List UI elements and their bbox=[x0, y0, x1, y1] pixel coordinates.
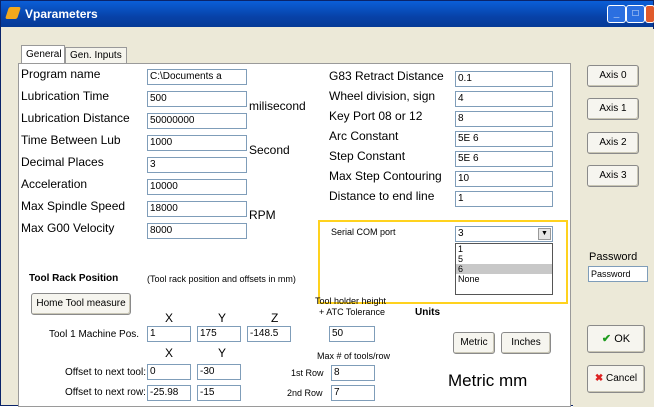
offset-next-tool-label: Offset to next tool: bbox=[65, 367, 146, 378]
max-spindle-speed-field[interactable]: 18000 bbox=[147, 201, 247, 217]
label-time-between-lub: Time Between Lub bbox=[21, 133, 121, 147]
serial-com-value: 3 bbox=[458, 228, 464, 239]
col-x2-label: X bbox=[165, 346, 174, 360]
password-label: Password bbox=[589, 251, 638, 263]
label-arc-constant: Arc Constant bbox=[329, 129, 399, 143]
g83-retract-distance-field[interactable]: 0.1 bbox=[455, 71, 553, 87]
max-tools-per-row-label: Max # of tools/row bbox=[317, 351, 391, 361]
dropdown-option-5[interactable]: 5 bbox=[456, 254, 552, 264]
home-tool-measure-button[interactable]: Home Tool measure bbox=[31, 293, 131, 315]
col-y2-label: Y bbox=[218, 346, 227, 360]
title-bar: Vparameters _ □ bbox=[1, 1, 654, 27]
max-g00-velocity-field[interactable]: 8000 bbox=[147, 223, 247, 239]
col-x-label: X bbox=[165, 311, 174, 325]
offset-tool-x-field[interactable]: 0 bbox=[147, 364, 191, 380]
atc-tolerance-label: + ATC Tolerance bbox=[319, 307, 385, 317]
axis-0-button[interactable]: Axis 0 bbox=[587, 65, 639, 87]
tool-holder-height-label: Tool holder height bbox=[315, 296, 387, 306]
dropdown-option-6[interactable]: 6 bbox=[456, 264, 552, 274]
lubrication-time-field[interactable]: 500 bbox=[147, 91, 247, 107]
offset-tool-y-field[interactable]: -30 bbox=[197, 364, 241, 380]
metric-button[interactable]: Metric bbox=[453, 332, 495, 354]
units-title: Units bbox=[415, 307, 440, 318]
offset-row-x-field[interactable]: -25.98 bbox=[147, 385, 191, 401]
label-g83-retract-distance: G83 Retract Distance bbox=[329, 69, 444, 83]
axis-2-button[interactable]: Axis 2 bbox=[587, 132, 639, 154]
axis-1-button[interactable]: Axis 1 bbox=[587, 98, 639, 120]
distance-to-end-line-field[interactable]: 1 bbox=[455, 191, 553, 207]
label-lubrication-distance: Lubrication Distance bbox=[21, 111, 130, 125]
label-wheel-division: Wheel division, sign bbox=[329, 89, 436, 103]
serial-com-select[interactable]: 3 ▼ bbox=[455, 226, 553, 242]
tool1-y-field[interactable]: 175 bbox=[197, 326, 241, 342]
label-program-name: Program name bbox=[21, 67, 101, 81]
key-port-field[interactable]: 8 bbox=[455, 111, 553, 127]
maximize-button[interactable]: □ bbox=[626, 5, 645, 23]
time-between-lub-field[interactable]: 1000 bbox=[147, 135, 247, 151]
tool-rack-note: (Tool rack position and offsets in mm) bbox=[147, 274, 296, 284]
unit-milisecond: milisecond bbox=[249, 99, 306, 113]
label-max-step-contouring: Max Step Contouring bbox=[329, 169, 442, 183]
acceleration-field[interactable]: 10000 bbox=[147, 179, 247, 195]
second-row-label: 2nd Row bbox=[287, 388, 323, 398]
window: Vparameters _ □ General Gen. Inputs Prog… bbox=[0, 0, 654, 407]
label-max-g00-velocity: Max G00 Velocity bbox=[21, 221, 115, 235]
unit-second: Second bbox=[249, 143, 290, 157]
offset-next-row-label: Offset to next row: bbox=[65, 387, 146, 398]
minimize-button[interactable]: _ bbox=[607, 5, 626, 23]
tool-rack-title: Tool Rack Position bbox=[29, 273, 119, 284]
second-row-field[interactable]: 7 bbox=[331, 385, 375, 401]
col-z-label: Z bbox=[271, 311, 279, 325]
cancel-label: Cancel bbox=[606, 373, 638, 384]
arc-constant-field[interactable]: 5E 6 bbox=[455, 131, 553, 147]
check-icon: ✔ bbox=[601, 333, 612, 345]
close-button[interactable] bbox=[645, 5, 654, 23]
first-row-label: 1st Row bbox=[291, 368, 324, 378]
cancel-button[interactable]: ✖ Cancel bbox=[587, 365, 645, 393]
serial-com-dropdown-list: 1 5 6 None bbox=[455, 243, 553, 295]
dropdown-option-1[interactable]: 1 bbox=[456, 244, 552, 254]
tab-gen-inputs[interactable]: Gen. Inputs bbox=[65, 47, 127, 63]
window-title: Vparameters bbox=[25, 7, 98, 21]
app-icon bbox=[5, 7, 21, 19]
dropdown-option-none[interactable]: None bbox=[456, 274, 552, 284]
label-distance-to-end-line: Distance to end line bbox=[329, 189, 435, 203]
ok-button[interactable]: ✔ OK bbox=[587, 325, 645, 353]
max-step-contouring-field[interactable]: 10 bbox=[455, 171, 553, 187]
label-key-port: Key Port 08 or 12 bbox=[329, 109, 423, 123]
first-row-field[interactable]: 8 bbox=[331, 365, 375, 381]
label-max-spindle-speed: Max Spindle Speed bbox=[21, 199, 126, 213]
tool1-z-field[interactable]: -148.5 bbox=[247, 326, 291, 342]
col-y-label: Y bbox=[218, 311, 227, 325]
offset-row-y-field[interactable]: -15 bbox=[197, 385, 241, 401]
inches-button[interactable]: Inches bbox=[501, 332, 551, 354]
tool-holder-height-field[interactable]: 50 bbox=[329, 326, 375, 342]
wheel-division-field[interactable]: 4 bbox=[455, 91, 553, 107]
label-step-constant: Step Constant bbox=[329, 149, 406, 163]
x-icon: ✖ bbox=[594, 373, 604, 384]
step-constant-field[interactable]: 5E 6 bbox=[455, 151, 553, 167]
label-decimal-places: Decimal Places bbox=[21, 155, 104, 169]
unit-rpm: RPM bbox=[249, 208, 276, 222]
label-serial-com-port: Serial COM port bbox=[331, 227, 396, 237]
tool1-x-field[interactable]: 1 bbox=[147, 326, 191, 342]
tool1-label: Tool 1 Machine Pos. bbox=[49, 329, 140, 340]
tab-general[interactable]: General bbox=[21, 45, 65, 64]
label-lubrication-time: Lubrication Time bbox=[21, 89, 110, 103]
axis-3-button[interactable]: Axis 3 bbox=[587, 165, 639, 187]
ok-label: OK bbox=[614, 333, 631, 345]
program-name-field[interactable]: C:\Documents a bbox=[147, 69, 247, 85]
label-acceleration: Acceleration bbox=[21, 177, 88, 191]
units-display: Metric mm bbox=[448, 371, 528, 390]
password-field[interactable]: Password bbox=[588, 266, 648, 282]
lubrication-distance-field[interactable]: 50000000 bbox=[147, 113, 247, 129]
decimal-places-field[interactable]: 3 bbox=[147, 157, 247, 173]
chevron-down-icon[interactable]: ▼ bbox=[538, 228, 551, 240]
